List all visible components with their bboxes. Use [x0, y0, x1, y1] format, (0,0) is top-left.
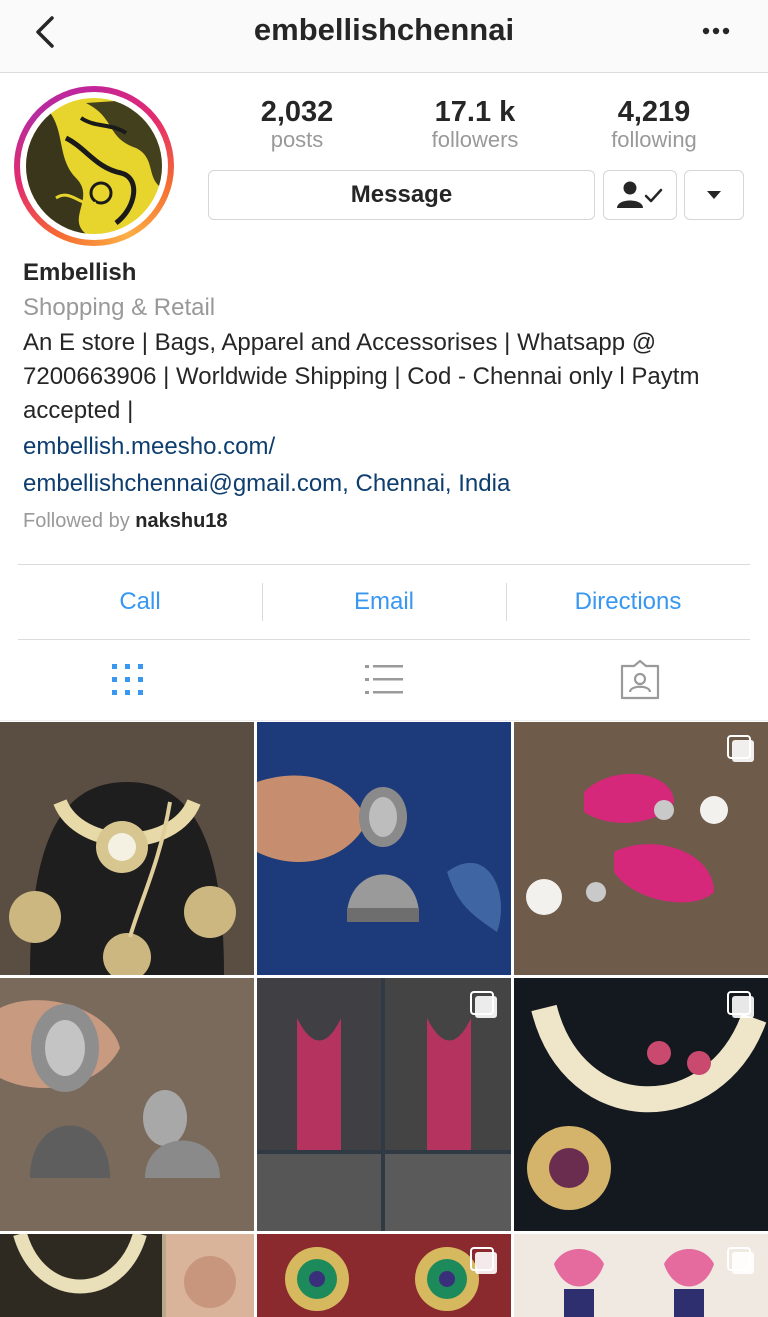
- message-button[interactable]: Message: [208, 170, 595, 220]
- followed-by-prefix: Followed by: [23, 510, 130, 532]
- grid-icon: [112, 664, 143, 695]
- top-bar: embellishchennai: [0, 0, 768, 73]
- directions-button[interactable]: Directions: [506, 565, 750, 639]
- profile-avatar[interactable]: [14, 86, 174, 246]
- profile-name: Embellish: [23, 259, 137, 286]
- more-options-button[interactable]: [698, 14, 738, 50]
- suggested-dropdown-button[interactable]: [684, 170, 744, 220]
- post-thumbnail[interactable]: [0, 1234, 254, 1317]
- contact-line[interactable]: embellishchennai@gmail.com, Chennai, Ind…: [23, 465, 753, 502]
- email-button[interactable]: Email: [262, 565, 506, 639]
- multiple-photos-icon: [470, 1247, 497, 1274]
- more-dots-icon: [702, 27, 730, 35]
- post-thumbnail[interactable]: [257, 722, 511, 975]
- list-icon: [365, 665, 403, 694]
- post-thumbnail[interactable]: [0, 722, 254, 975]
- following-button[interactable]: [603, 170, 677, 220]
- stat-followers[interactable]: 17.1 k followers: [400, 96, 550, 152]
- followers-count: 17.1 k: [434, 96, 516, 128]
- post-thumbnail[interactable]: [257, 1234, 511, 1317]
- tab-grid[interactable]: [0, 640, 256, 720]
- multiple-photos-icon: [470, 991, 497, 1018]
- post-thumbnail[interactable]: [257, 978, 511, 1231]
- multiple-photos-icon: [727, 1247, 754, 1274]
- call-button[interactable]: Call: [18, 565, 262, 639]
- bio-description: An E store | Bags, Apparel and Accessori…: [23, 329, 700, 424]
- followed-by-user[interactable]: nakshu18: [135, 510, 227, 532]
- person-check-icon: [617, 181, 663, 208]
- post-thumbnail[interactable]: [514, 1234, 768, 1317]
- contact-actions: Call Email Directions: [18, 564, 750, 640]
- following-label: following: [611, 127, 697, 152]
- tab-tagged[interactable]: [512, 640, 768, 720]
- tagged-icon: [620, 660, 660, 700]
- multiple-photos-icon: [727, 735, 754, 762]
- view-tabs: [0, 640, 768, 721]
- caret-down-icon: [707, 191, 721, 199]
- following-count: 4,219: [617, 96, 691, 128]
- followers-label: followers: [431, 127, 519, 152]
- followed-by[interactable]: Followed by nakshu18: [23, 502, 753, 540]
- website-link[interactable]: embellish.meesho.com/: [23, 428, 753, 465]
- tab-list[interactable]: [256, 640, 512, 720]
- posts-label: posts: [270, 127, 324, 152]
- stat-following[interactable]: 4,219 following: [579, 96, 729, 152]
- profile-username: embellishchennai: [253, 12, 515, 47]
- post-thumbnail[interactable]: [514, 978, 768, 1231]
- profile-category: Shopping & Retail: [23, 294, 216, 321]
- posts-count: 2,032: [260, 96, 334, 128]
- stat-posts[interactable]: 2,032 posts: [222, 96, 372, 152]
- post-thumbnail[interactable]: [0, 978, 254, 1231]
- post-thumbnail[interactable]: [514, 722, 768, 975]
- multiple-photos-icon: [727, 991, 754, 1018]
- profile-bio: Embellish Shopping & Retail An E store |…: [23, 256, 753, 540]
